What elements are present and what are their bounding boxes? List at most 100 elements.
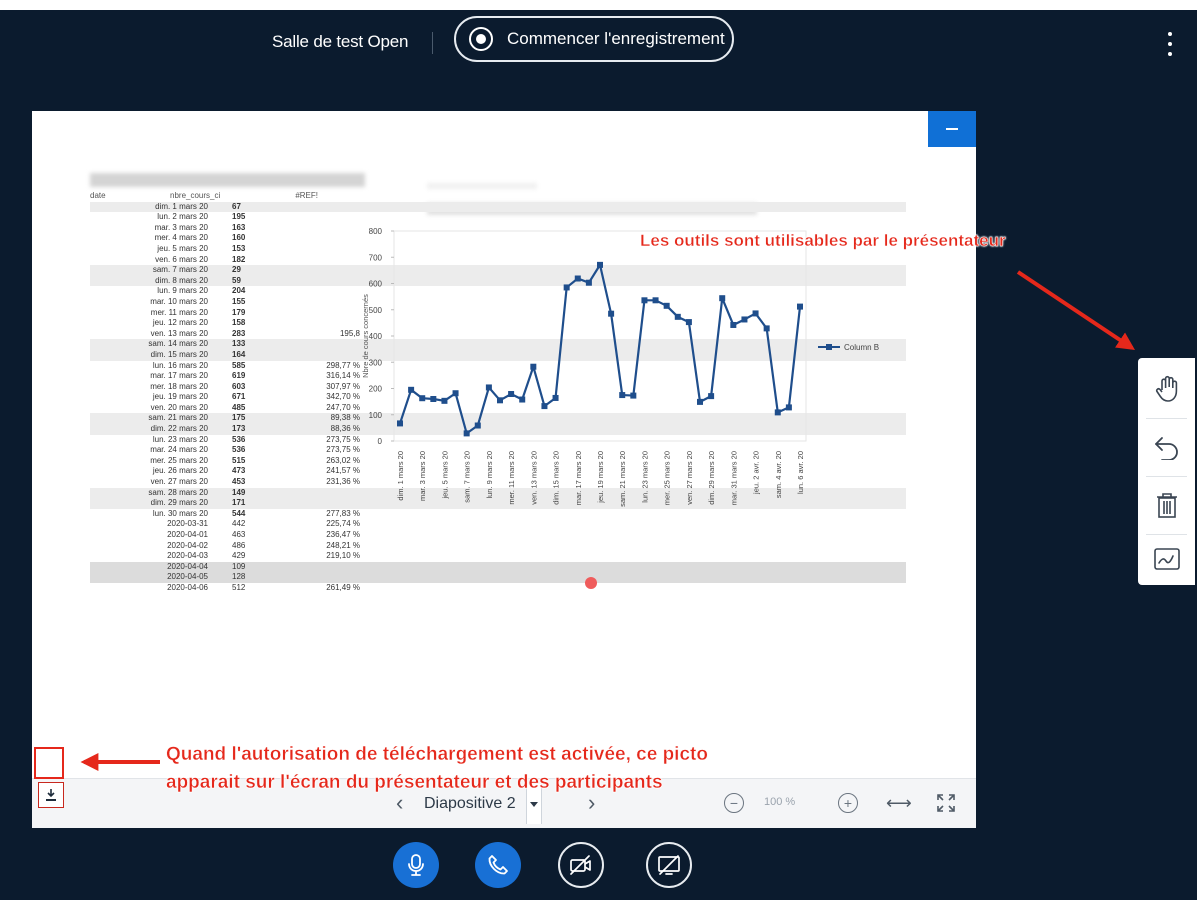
screen-share-button[interactable] [646, 842, 692, 888]
start-recording-button[interactable]: Commencer l'enregistrement [454, 16, 734, 62]
blurred-header-fragment [427, 183, 537, 189]
table-cell-pct: 248,21 % [326, 540, 360, 550]
y-tick-label: 700 [369, 253, 383, 262]
table-cell-count: 544 [232, 508, 246, 518]
x-tick-label: ven. 27 mars 20 [685, 451, 694, 505]
kebab-menu-icon[interactable] [1162, 32, 1178, 56]
record-icon [469, 27, 493, 51]
download-annotation-text: Quand l'autorisation de téléchargement e… [166, 741, 708, 797]
data-point [463, 430, 470, 437]
table-cell-date: dim. 8 mars 20 [155, 275, 208, 285]
table-cell-date: ven. 6 mars 20 [155, 254, 208, 264]
zoom-out-button[interactable]: − [724, 793, 744, 813]
table-cell-count: 158 [232, 318, 246, 328]
table-cell-date: dim. 15 mars 20 [150, 349, 208, 359]
blurred-slide-title [90, 173, 365, 187]
hand-tool-button[interactable] [1144, 364, 1189, 414]
table-cell-date: dim. 1 mars 20 [155, 201, 208, 211]
table-cell-date: lun. 9 mars 20 [157, 286, 208, 296]
data-point [641, 297, 648, 304]
undo-icon [1154, 437, 1178, 460]
data-point [708, 393, 715, 400]
legend-label: Column B [844, 343, 879, 352]
tool-divider [1146, 418, 1187, 419]
table-cell-date: mer. 11 mars 20 [150, 307, 208, 317]
table-cell-count: 463 [232, 530, 246, 539]
minimize-presentation-button[interactable] [928, 111, 976, 147]
undo-button[interactable] [1144, 422, 1189, 472]
table-cell-count: 164 [232, 349, 246, 359]
table-cell-count: 486 [232, 540, 246, 550]
download-annotation-line-1: Quand l'autorisation de téléchargement e… [166, 744, 708, 765]
x-tick-label: mar. 31 mars 20 [729, 451, 738, 505]
table-cell-date: mer. 25 mars 20 [150, 455, 208, 465]
x-tick-label: ven. 13 mars 20 [529, 451, 538, 505]
fit-width-button[interactable]: ⟷ [886, 791, 912, 815]
zoom-in-button[interactable]: + [838, 793, 858, 813]
table-row: 2020-04-03 429 219,10 % [90, 551, 910, 562]
zoom-out-icon: − [724, 793, 744, 813]
x-tick-label: mar. 3 mars 20 [418, 451, 427, 501]
data-point [563, 284, 570, 291]
table-cell-count: 442 [232, 519, 246, 529]
data-point [474, 422, 481, 429]
download-annotation-line-2: apparait sur l'écran du présentateur et … [166, 772, 663, 793]
table-cell-date: mar. 10 mars 20 [150, 296, 208, 306]
clear-annotations-button[interactable] [1144, 480, 1189, 530]
microphone-button[interactable] [393, 842, 439, 888]
download-button[interactable] [38, 782, 64, 808]
data-point [797, 303, 803, 310]
audio-call-button[interactable] [475, 842, 521, 888]
data-point [485, 384, 492, 391]
table-cell-count: 182 [232, 254, 246, 264]
table-cell-count: 429 [232, 551, 246, 561]
data-point [752, 310, 759, 317]
table-cell-count: 133 [232, 339, 246, 349]
camera-button[interactable] [558, 842, 604, 888]
tool-divider [1146, 476, 1187, 477]
data-point [741, 316, 748, 323]
table-cell-count: 67 [232, 201, 241, 211]
table-cell-count: 585 [232, 360, 246, 370]
room-title: Salle de test Open [272, 32, 409, 51]
table-cell-count: 179 [232, 307, 246, 317]
table-cell-count: 173 [232, 424, 246, 434]
table-cell-date: 2020-04-02 [167, 540, 208, 550]
data-point [608, 310, 615, 317]
pen-tool-button[interactable] [1144, 534, 1189, 584]
arrow-to-tools [1016, 270, 1135, 350]
data-point [408, 386, 415, 393]
table-cell-count: 473 [232, 466, 246, 476]
data-point [497, 397, 503, 404]
table-cell-count: 195 [232, 212, 246, 222]
table-cell-count: 204 [232, 286, 246, 296]
x-tick-label: jeu. 5 mars 20 [440, 451, 449, 500]
table-cell-date: lun. 16 mars 20 [152, 360, 208, 370]
data-point [685, 319, 692, 326]
table-header-date: date [90, 191, 106, 200]
data-point [430, 396, 437, 402]
table-cell-pct: 219,10 % [326, 551, 360, 561]
hand-icon [1155, 375, 1177, 402]
data-point [763, 325, 770, 332]
data-point [619, 392, 626, 399]
fullscreen-button[interactable] [936, 793, 956, 818]
y-tick-label: 300 [369, 358, 383, 367]
table-cell-count: 512 [232, 582, 246, 592]
table-cell-date: 2020-04-05 [167, 572, 208, 582]
line-chart: 0 100 200 300 400 500 600 700 800 Nbre de cours c… [361, 227, 879, 507]
table-cell-count: 536 [232, 434, 246, 444]
data-point [697, 398, 703, 405]
table-cell-date: dim. 29 mars 20 [150, 498, 208, 508]
data-point [630, 392, 637, 399]
table-cell-date: ven. 13 mars 20 [150, 328, 208, 338]
title-divider [432, 32, 433, 54]
x-tick-label: mer. 11 mars 20 [507, 451, 516, 505]
table-header-pct: #REF! [295, 191, 318, 200]
y-tick-label: 100 [369, 411, 383, 420]
series-line-column-b [398, 263, 802, 435]
y-tick-label: 500 [369, 306, 383, 315]
table-cell-date: dim. 22 mars 20 [150, 424, 208, 434]
data-point [652, 297, 659, 304]
annotation-tools-panel [1138, 358, 1195, 585]
